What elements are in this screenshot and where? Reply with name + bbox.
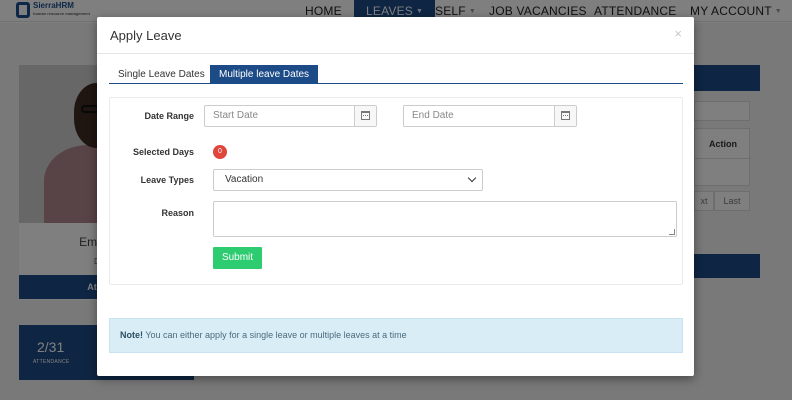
note-label: Note! — [120, 330, 143, 340]
leave-types-label: Leave Types — [140, 175, 194, 185]
end-date-input[interactable]: End Date — [403, 105, 577, 127]
selected-days-badge: 0 — [213, 145, 227, 159]
reason-textarea[interactable] — [213, 201, 677, 237]
submit-button[interactable]: Submit — [213, 247, 262, 269]
tab-single-leave-dates[interactable]: Single Leave Dates — [109, 65, 214, 84]
calendar-icon[interactable] — [554, 106, 576, 126]
close-icon[interactable]: × — [674, 26, 682, 41]
reason-label: Reason — [161, 208, 194, 218]
selected-days-label: Selected Days — [132, 147, 194, 157]
note-text: You can either apply for a single leave … — [143, 330, 407, 340]
resize-handle-icon[interactable] — [669, 229, 675, 235]
leave-tabs: Single Leave Dates Multiple leave Dates — [109, 65, 683, 84]
modal-title: Apply Leave — [110, 28, 182, 43]
modal-header: Apply Leave × — [97, 17, 694, 54]
chevron-down-icon — [467, 173, 477, 183]
calendar-icon[interactable] — [354, 106, 376, 126]
leave-type-select[interactable]: Vacation — [213, 169, 483, 191]
leave-form: Date Range Start Date End Date Selected … — [109, 97, 683, 285]
apply-leave-modal: Apply Leave × Single Leave Dates Multipl… — [97, 17, 694, 376]
info-note: Note! You can either apply for a single … — [109, 318, 683, 353]
date-range-label: Date Range — [144, 111, 194, 121]
tab-multiple-leave-dates[interactable]: Multiple leave Dates — [210, 65, 319, 84]
start-date-input[interactable]: Start Date — [204, 105, 377, 127]
